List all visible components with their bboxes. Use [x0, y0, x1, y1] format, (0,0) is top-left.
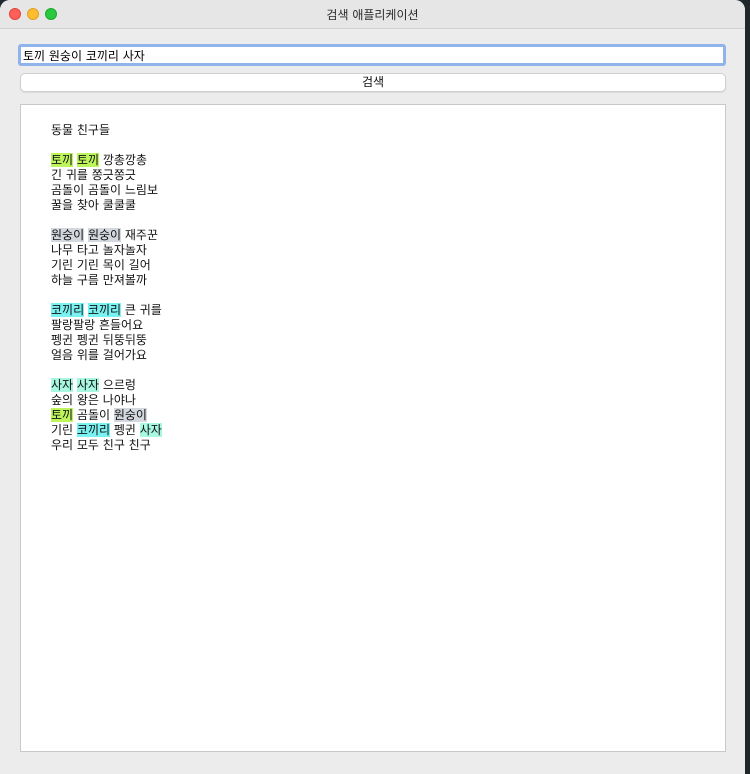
- text-segment: 하늘 구름 만져볼까: [51, 273, 147, 287]
- keyword-highlight: 코끼리: [51, 303, 85, 317]
- text-segment: 긴 귀를 쫑긋쫑긋: [51, 168, 136, 182]
- title-bar: 검색 애플리케이션: [0, 0, 745, 29]
- stanza: 토끼 토끼 깡총깡총 긴 귀를 쫑긋쫑긋 곰돌이 곰돌이 느림보 꿀을 찾아 쿨쿨쿨: [51, 153, 725, 213]
- text-segment: 곰돌이 곰돌이 느림보: [51, 183, 158, 197]
- stanza: 사자 사자 으르렁 숲의 왕은 나야나 토끼 곰돌이 원숭이 기린 코끼리 펭귄 사자…: [51, 378, 725, 453]
- result-line: 얼음 위를 걸어가요: [51, 348, 725, 363]
- text-segment: 팔랑팔랑 흔들어요: [51, 318, 144, 332]
- result-line: 기린 기린 목이 길어: [51, 258, 725, 273]
- text-segment: 나무 타고 놀자놀자: [51, 243, 147, 257]
- keyword-highlight: 사자: [76, 378, 100, 392]
- text-segment: 펭귄 펭귄 뒤뚱뒤뚱: [51, 333, 147, 347]
- result-line: 사자 사자 으르렁: [51, 378, 725, 393]
- result-line: 원숭이 원숭이 재주꾼: [51, 228, 725, 243]
- text-segment: 숲의 왕은 나야나: [51, 393, 136, 407]
- text-segment: 기린 기린 목이 길어: [51, 258, 151, 272]
- keyword-highlight: 원숭이: [113, 408, 147, 422]
- result-line: 토끼 곰돌이 원숭이: [51, 408, 725, 423]
- result-line: 나무 타고 놀자놀자: [51, 243, 725, 258]
- result-line: 토끼 토끼 깡총깡총: [51, 153, 725, 168]
- result-line: 긴 귀를 쫑긋쫑긋: [51, 168, 725, 183]
- text-segment: 기린: [51, 423, 77, 437]
- keyword-highlight: 원숭이: [87, 228, 122, 242]
- window-title: 검색 애플리케이션: [326, 8, 419, 22]
- result-line: 곰돌이 곰돌이 느림보: [51, 183, 725, 198]
- result-line: 기린 코끼리 펭귄 사자: [51, 423, 725, 438]
- text-segment: 곰돌이: [73, 408, 114, 422]
- keyword-highlight: 토끼: [76, 153, 100, 167]
- results-heading: 동물 친구들: [51, 123, 111, 137]
- text-segment: 재주꾼: [121, 228, 159, 242]
- keyword-highlight: 사자: [51, 378, 74, 392]
- result-line: 꿀을 찾아 쿨쿨쿨: [51, 198, 725, 213]
- stanza: 코끼리 코끼리 큰 귀를 팔랑팔랑 흔들어요 펭귄 펭귄 뒤뚱뒤뚱 얼음 위를 걸어가…: [51, 303, 725, 363]
- search-button[interactable]: 검색: [20, 73, 726, 92]
- keyword-highlight: 토끼: [51, 408, 74, 422]
- results-text-area[interactable]: 동물 친구들 토끼 토끼 깡총깡총 긴 귀를 쫑긋쫑긋 곰돌이 곰돌이 느림보 꿀을 …: [20, 104, 726, 752]
- result-line: 하늘 구름 만져볼까: [51, 273, 725, 288]
- result-line: 팔랑팔랑 흔들어요: [51, 318, 725, 333]
- keyword-highlight: 토끼: [51, 153, 74, 167]
- text-segment: 펭귄: [110, 423, 140, 437]
- result-line: 숲의 왕은 나야나: [51, 393, 725, 408]
- text-segment: 꿀을 찾아 쿨쿨쿨: [51, 198, 136, 212]
- result-line: 우리 모두 친구 친구: [51, 438, 725, 453]
- keyword-highlight: 사자: [139, 423, 162, 437]
- text-segment: 얼음 위를 걸어가요: [51, 348, 147, 362]
- keyword-highlight: 원숭이: [51, 228, 85, 242]
- text-segment: 큰 귀를: [121, 303, 162, 317]
- app-window: 검색 애플리케이션 검색 동물 친구들 토끼 토끼 깡총깡총긴 귀를 쫑긋쫑긋곰…: [0, 0, 745, 774]
- text-segment: 으르렁: [99, 378, 136, 392]
- keyword-highlight: 코끼리: [76, 423, 111, 437]
- text-segment: 우리 모두 친구 친구: [51, 438, 151, 452]
- text-segment: 깡총깡총: [99, 153, 147, 167]
- keyword-highlight: 코끼리: [87, 303, 122, 317]
- stanza: 원숭이 원숭이 재주꾼 나무 타고 놀자놀자 기린 기린 목이 길어 하늘 구름 만져…: [51, 228, 725, 288]
- search-input[interactable]: [18, 44, 726, 66]
- result-line: 코끼리 코끼리 큰 귀를: [51, 303, 725, 318]
- result-line: 펭귄 펭귄 뒤뚱뒤뚱: [51, 333, 725, 348]
- background-strip: [745, 0, 750, 774]
